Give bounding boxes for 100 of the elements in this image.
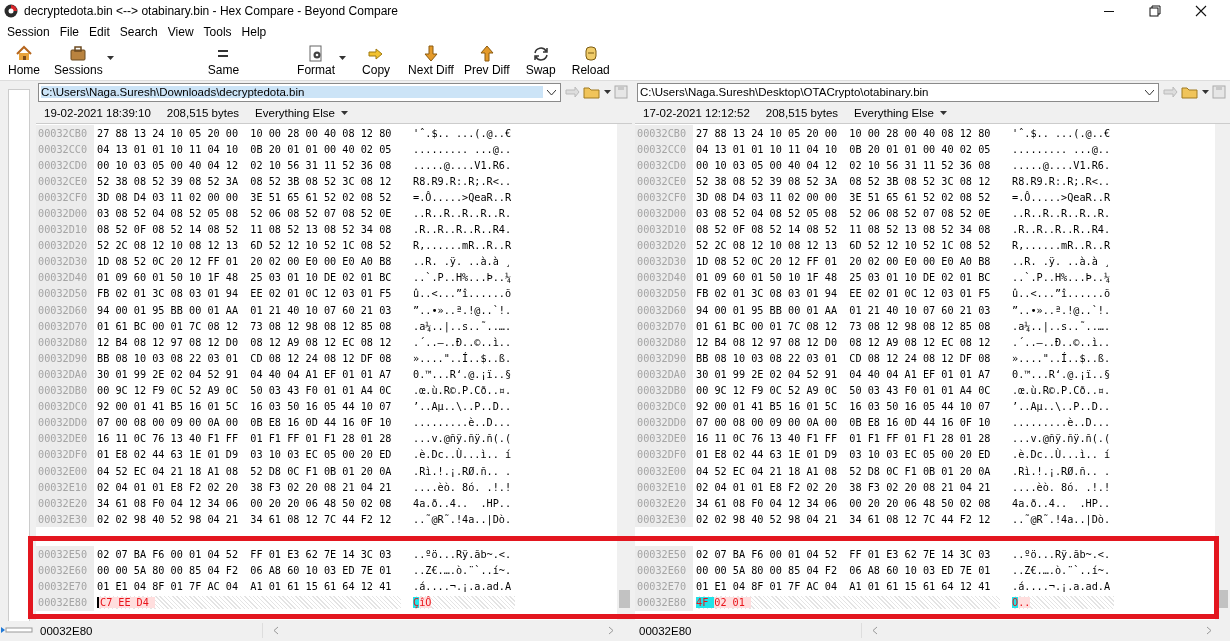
slider-icon[interactable] [0,625,34,635]
hex-bytes: 01 E1 04 8F 01 7F AC 04 A1 01 61 15 61 64 12 41 [696,581,991,593]
hex-bytes: 52 2C 08 12 10 08 12 13 6D 52 12 10 52 1C 08 52 [97,240,392,252]
menu-item[interactable]: View [162,25,199,39]
path-field[interactable]: C:\Users\Naga.Suresh\Downloads\decryptedota.bin [38,82,561,102]
ascii-text: ......... ...@.. [1012,143,1111,155]
ascii-text: ....èò. 8ó. .!.! [413,481,512,493]
menu-item[interactable]: Help [236,25,272,39]
offset-label: 00032CB0 [36,125,94,142]
ascii-text: 0.™...R‘.@.¡ï..§ [1012,368,1111,380]
toolbar-button[interactable]: Sessions [50,42,118,77]
ascii-text: ”..•»..ª.!@..`!. [1012,304,1111,316]
menu-item[interactable]: Tools [198,25,237,39]
scroll-thumb[interactable] [1217,590,1228,608]
hex-bytes: FB 02 01 3C 08 03 01 94 EE 02 01 0C 12 03 01 F5 [696,288,991,300]
caret-icon[interactable] [339,56,347,60]
ascii-text: »...."..Í..$..ß. [1012,352,1111,364]
ascii-text: .´..—..Ð..©..ì.. [413,336,512,348]
ascii-text: .Rì.!.¡.RØ.ñ.. . [1012,465,1111,477]
offset-label: 00032DA0 [635,366,693,383]
ascii-text: .è.Dc..Ù...ì.. í [413,449,512,461]
ascii-text: »...."..Í..$..ß. [413,352,512,364]
offset-label: 00032D60 [635,302,693,319]
menu-item[interactable]: File [54,25,85,39]
toolbar-button[interactable]: Prev Diff [459,42,514,77]
hex-bytes: BB 08 10 03 08 22 03 01 CD 08 12 24 08 12 DF 08 [97,352,392,364]
caret-icon[interactable] [1145,89,1154,95]
ascii-text: .........è..D... [1012,417,1111,429]
offset-label: 00032CD0 [635,157,693,174]
toolbar-button[interactable]: Next Diff [404,42,458,77]
ascii-text: R8.R9.R:.R;.R<.. [1012,175,1111,187]
caret-icon[interactable] [1202,90,1209,94]
arrow-icon[interactable] [1162,85,1178,99]
ascii-text: ’..Aµ..\..P..D.. [413,401,512,413]
hex-bytes: 12 B4 08 12 97 08 12 D0 08 12 A9 08 12 EC 08 12 [97,336,392,348]
hex-bytes: 01 09 60 01 50 10 1F 48 25 03 01 10 DE 02 01 BC [97,272,392,284]
hex-bytes: 94 00 01 95 BB 00 01 AA 01 21 40 10 07 60 21 03 [696,304,991,316]
hex-bytes: 52 38 08 52 39 08 52 3A 08 52 3B 08 52 3C 08 12 [696,175,991,187]
caret-icon [939,111,947,115]
ascii-text: .á....¬.¡.a.ad.A [1012,581,1111,593]
hex-bytes: 52 38 08 52 39 08 52 3A 08 52 3B 08 52 3C 08 12 [97,175,392,187]
ascii-text: =.Ô.....>QeaR..R [413,191,512,203]
caret-icon [340,111,348,115]
toolbar-button[interactable]: Format [293,42,351,77]
ascii-text: ”..•»..ª.!@..`!. [413,304,512,316]
ascii-text: .R..R..R..R..R4. [1012,224,1111,236]
hex-bytes: 01 09 60 01 50 10 1F 48 25 03 01 10 DE 02 01 BC [696,272,991,284]
toolbar-button[interactable]: Swap [521,42,560,77]
offset-label: 00032D90 [635,350,693,367]
toolbar-button[interactable]: Same [203,42,244,77]
hex-bytes: BB 08 10 03 08 22 03 01 CD 08 12 24 08 12 DF 08 [696,352,991,364]
toolbar-button[interactable]: Copy [358,42,395,77]
hex-bytes: FB 02 01 3C 08 03 01 94 EE 02 01 0C 12 03 01 F5 [97,288,392,300]
offset-label: 00032E60 [635,562,693,579]
ascii-text: .œ.ù.R©.P.Cð..¤. [413,385,512,397]
ascii-text: .R..R..R..R..R4. [413,224,512,236]
hex-bytes: 00 00 5A 80 00 85 04 F2 06 A8 60 10 03 ED 7E 01 [696,565,991,576]
offset-label: 00032D70 [36,318,94,335]
ascii-text: ..R..R..R..R..R. [413,208,512,219]
hex-bytes: 03 08 52 04 08 52 05 08 52 06 08 52 07 08 52 0E [97,208,392,219]
toolbar-button[interactable]: Reload [567,42,614,77]
scroll-thumb[interactable] [619,590,630,608]
ascii-text: ...v.@ñÿ.ñÿ.ñ(.( [413,433,512,445]
ascii-char: . [1024,597,1031,609]
ascii-text: .œ.ù.R©.P.Cð..¤. [1012,385,1111,397]
format-dropdown[interactable]: Everything Else [854,107,947,119]
caret-icon[interactable] [547,89,556,95]
arrow-icon[interactable] [564,85,580,99]
ascii-text: 'ˆ.$.. ...(.@..€ [1012,127,1111,139]
hex-bytes: 00 10 03 05 00 40 04 12 02 10 56 31 11 52 36 08 [696,159,991,171]
hex-bytes: 00 00 5A 80 00 85 04 F2 06 A8 60 10 03 ED 7E 01 [97,565,392,576]
menu-item[interactable]: Search [114,25,163,39]
menu-item[interactable]: Edit [84,25,115,39]
ascii-text: ..R. .ÿ. ..à.à ¸ [413,256,512,268]
ascii-text: .a¼..|..s..˜..…. [413,320,512,332]
hex-bytes: 02 02 98 40 52 98 04 21 34 61 08 12 7C 44 F2 12 [97,513,392,525]
offset-label: 00032E50 [635,546,693,563]
offset-label: 00032D00 [36,205,94,222]
caret-icon[interactable] [604,90,611,94]
format-dropdown[interactable]: Everything Else [255,107,348,119]
ascii-char: O [1012,597,1019,609]
hex-bytes: 92 00 01 41 B5 16 01 5C 16 03 50 16 05 44 10 07 [696,401,991,413]
ascii-text: ’..Aµ..\..P..D.. [1012,401,1111,413]
ascii-text: 4a.ð..4.. .HP.. [1012,497,1111,509]
offset-label: 00032D80 [635,334,693,351]
ascii-text: ..`.P..H%...Þ..¼ [1012,272,1111,284]
ascii-text: û..<...”î......õ [413,288,512,300]
menu-item[interactable]: Session [2,25,55,39]
ascii-text: R8.R9.R:.R;.R<.. [413,175,512,187]
path-field[interactable]: C:\Users\Naga.Suresh\Desktop\OTACrypto\otabinary.bin [637,82,1159,102]
ascii-char: î [419,597,426,609]
offset-label: 00032DA0 [36,366,94,383]
hex-bytes: 02 04 01 01 E8 F2 02 20 38 F3 02 20 08 21 04 21 [97,481,392,493]
hex-bytes: 00 9C 12 F9 0C 52 A9 0C 50 03 43 F0 01 01 A4 0C [97,385,392,397]
toolbar-button[interactable]: Home [4,42,44,77]
ascii-text: .´..—..Ð..©..ì.. [1012,336,1111,348]
hex-bytes: 01 E8 02 44 63 1E 01 D9 03 10 03 EC 05 00 20 ED [97,449,392,461]
offset-label: 00032D90 [36,350,94,367]
offset-label: 00032E20 [635,495,693,512]
caret-icon[interactable] [106,56,114,60]
